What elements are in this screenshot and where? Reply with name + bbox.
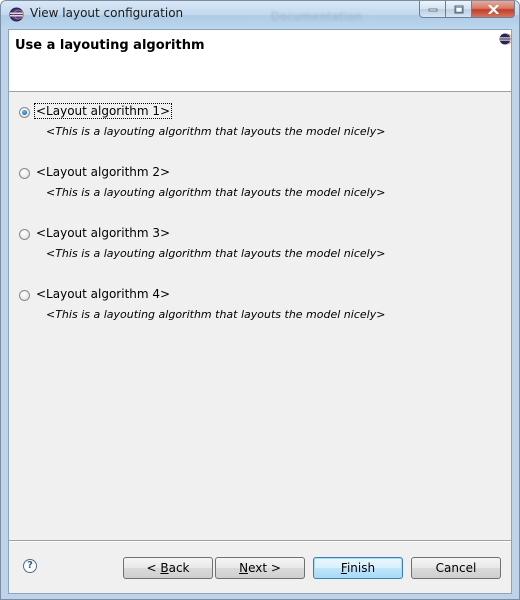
back-label-rest: ack	[168, 561, 190, 575]
option-label[interactable]: <Layout algorithm 3>	[35, 226, 171, 240]
option-description: <This is a layouting algorithm that layo…	[46, 247, 386, 260]
minimize-icon	[428, 8, 437, 12]
finish-button[interactable]: Finish	[313, 557, 403, 579]
next-button[interactable]: Next >	[215, 557, 305, 579]
option-description: <This is a layouting algorithm that layo…	[46, 308, 386, 321]
option-label[interactable]: <Layout algorithm 4>	[35, 287, 171, 301]
back-button[interactable]: < Back	[123, 557, 213, 579]
radio-button[interactable]	[19, 168, 30, 179]
page-title: Use a layouting algorithm	[15, 38, 205, 53]
radio-button-selected[interactable]	[19, 107, 30, 118]
wizard-header: Use a layouting algorithm	[9, 30, 511, 92]
option-layout-algorithm-4[interactable]: <Layout algorithm 4> <This is a layoutin…	[9, 285, 511, 335]
back-prefix: <	[146, 561, 161, 575]
option-description: <This is a layouting algorithm that layo…	[46, 125, 386, 138]
option-label[interactable]: <Layout algorithm 2>	[35, 165, 171, 179]
radio-button[interactable]	[19, 290, 30, 301]
minimize-button[interactable]	[419, 1, 446, 18]
title-bar[interactable]: View layout configuration Documentation	[1, 1, 519, 29]
dialog-client-area: Use a layouting algorithm <Layout algori…	[8, 29, 512, 594]
option-label[interactable]: <Layout algorithm 1>	[33, 103, 173, 119]
radio-button[interactable]	[19, 229, 30, 240]
help-icon[interactable]: ?	[23, 559, 37, 573]
background-window-title: Documentation	[271, 10, 363, 23]
dialog-window: View layout configuration Documentation …	[0, 0, 520, 600]
next-mnemonic: N	[239, 561, 249, 575]
cancel-button[interactable]: Cancel	[411, 557, 501, 579]
maximize-icon	[454, 5, 463, 13]
eclipse-icon	[9, 7, 24, 22]
footer-separator	[9, 540, 511, 542]
option-description: <This is a layouting algorithm that layo…	[46, 186, 386, 199]
option-layout-algorithm-1[interactable]: <Layout algorithm 1> <This is a layoutin…	[9, 102, 511, 152]
close-button[interactable]	[472, 1, 515, 18]
next-label-rest: ext >	[248, 561, 281, 575]
close-icon	[487, 4, 499, 14]
maximize-button[interactable]	[446, 1, 472, 18]
option-layout-algorithm-3[interactable]: <Layout algorithm 3> <This is a layoutin…	[9, 224, 511, 274]
option-layout-algorithm-2[interactable]: <Layout algorithm 2> <This is a layoutin…	[9, 163, 511, 213]
finish-label-rest: inish	[346, 561, 376, 575]
eclipse-small-icon	[499, 33, 511, 45]
back-mnemonic: B	[160, 561, 169, 575]
window-title: View layout configuration	[30, 6, 184, 20]
